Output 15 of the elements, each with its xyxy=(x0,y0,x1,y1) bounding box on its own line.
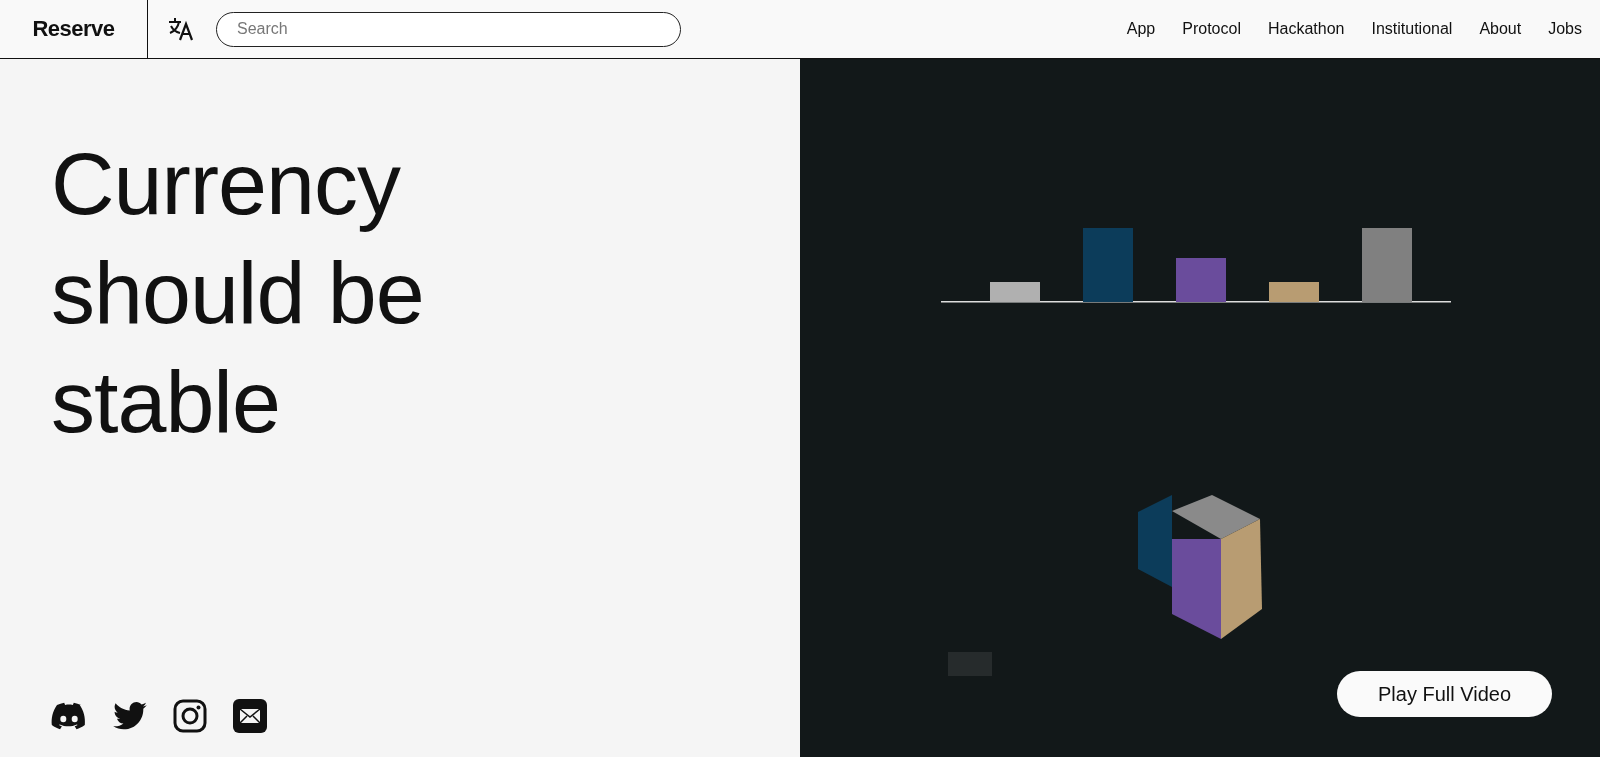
logo[interactable]: Reserve xyxy=(32,16,115,42)
nav-link[interactable]: Hackathon xyxy=(1267,20,1345,38)
instagram-icon[interactable] xyxy=(173,699,207,733)
search-field[interactable]: Search xyxy=(216,11,681,47)
nav-link[interactable]: About xyxy=(1479,20,1522,38)
headline: Currency should be stable xyxy=(51,133,425,453)
nav-link[interactable]: Jobs xyxy=(1548,20,1582,38)
discord-icon[interactable] xyxy=(51,702,87,730)
bird-icon[interactable] xyxy=(113,702,147,730)
nav-link[interactable]: Protocol xyxy=(1182,20,1241,38)
nav-link[interactable]: App xyxy=(1126,20,1156,38)
play-video-button[interactable]: Play Full Video xyxy=(1337,671,1552,717)
envelope-icon[interactable] xyxy=(233,699,267,733)
translate-icon[interactable] xyxy=(168,17,194,41)
nav-link[interactable]: Institutional xyxy=(1371,20,1453,38)
